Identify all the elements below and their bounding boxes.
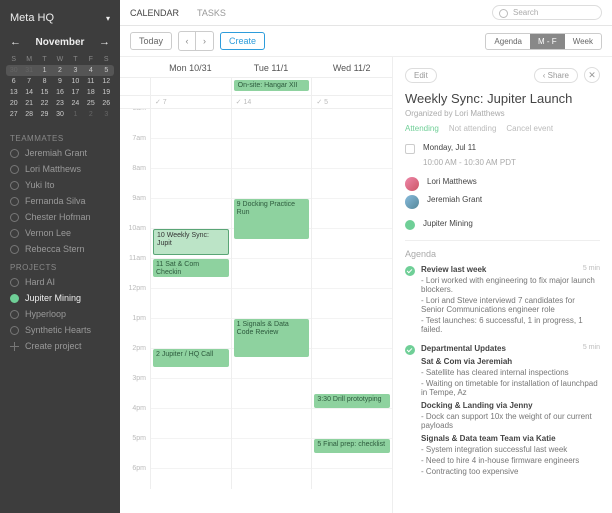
prev-period-button[interactable]: ‹ [178,31,196,51]
task-count[interactable]: ✓ 14 [231,96,312,108]
avatar [405,195,419,209]
next-period-button[interactable]: › [196,31,214,51]
tab-calendar[interactable]: CALENDAR [130,8,179,18]
rsvp-not-attending[interactable]: Not attending [449,124,497,133]
sidebar-item-project[interactable]: Hard AI [0,274,120,290]
sidebar: Meta HQ ▾ ← November → SMTWTFS3031123456… [0,0,120,513]
status-ring-icon [10,197,19,206]
event-detail-panel: Edit ‹ Share ✕ Weekly Sync: Jupiter Laun… [392,57,612,513]
sidebar-item-teammate[interactable]: Vernon Lee [0,225,120,241]
toolbar: Today ‹ › Create Agenda M - F Week [120,26,612,56]
sidebar-item-project[interactable]: Synthetic Hearts [0,322,120,338]
task-count[interactable]: ✓ 5 [311,96,392,108]
teammates-header: TEAMMATES [0,128,120,145]
agenda-header: Agenda [405,240,600,259]
sidebar-item-teammate[interactable]: Lori Matthews [0,161,120,177]
calendar-event[interactable]: 9 Docking Practice Run [234,199,310,239]
project-ring-icon [10,278,19,287]
sidebar-item-teammate[interactable]: Chester Hofman [0,209,120,225]
event-project: Jupiter Mining [423,219,473,228]
rsvp-cancel[interactable]: Cancel event [506,124,553,133]
calendar-event[interactable]: 5 Final prep: checklist [314,439,390,453]
tab-tasks[interactable]: TASKS [197,8,226,18]
checkbox-icon[interactable] [405,144,415,154]
avatar [405,177,419,191]
check-icon [405,345,415,355]
calendar-event[interactable]: 10 Weekly Sync: Jupit [153,229,229,255]
view-week[interactable]: Week [565,34,601,49]
project-ring-icon [10,294,19,303]
view-segment: Agenda M - F Week [485,33,602,50]
sidebar-item-teammate[interactable]: Fernanda Silva [0,193,120,209]
sidebar-item-project[interactable]: Hyperloop [0,306,120,322]
mini-calendar[interactable]: SMTWTFS303112345678910111213141516171819… [0,54,120,128]
status-ring-icon [10,165,19,174]
day-header: Mon 10/31 [150,57,231,77]
day-header: Tue 11/1 [231,57,312,77]
chevron-down-icon: ▾ [106,14,110,23]
calendar-event[interactable]: 2 Jupiter / HQ Call [153,349,229,367]
view-mf[interactable]: M - F [530,34,565,49]
rsvp-attending[interactable]: Attending [405,124,439,133]
workspace-name: Meta HQ [10,12,54,24]
project-dot-icon [405,220,415,230]
status-ring-icon [10,213,19,222]
sidebar-item-project[interactable]: Jupiter Mining [0,290,120,306]
event-title: Weekly Sync: Jupiter Launch [405,91,600,106]
event-date: Monday, Jul 11 [423,143,476,152]
close-icon[interactable]: ✕ [584,67,600,83]
search-placeholder: Search [513,8,538,17]
month-label: November [36,37,85,48]
status-ring-icon [10,181,19,190]
sidebar-item-teammate[interactable]: Jeremiah Grant [0,145,120,161]
plus-icon [10,342,19,351]
status-ring-icon [10,245,19,254]
calendar-event[interactable]: 3:30 Drill prototyping [314,394,390,408]
sidebar-item-teammate[interactable]: Yuki Ito [0,177,120,193]
next-month-icon[interactable]: → [99,36,110,48]
allday-event[interactable]: On-site: Hangar XII [234,80,310,91]
day-header: Wed 11/2 [311,57,392,77]
organizer-label: Organized by Lori Matthews [405,109,600,118]
projects-header: PROJECTS [0,257,120,274]
task-count[interactable]: ✓ 7 [150,96,231,108]
view-agenda[interactable]: Agenda [486,34,530,49]
create-project[interactable]: Create project [0,338,120,354]
project-ring-icon [10,310,19,319]
edit-button[interactable]: Edit [405,68,437,83]
share-button[interactable]: ‹ Share [534,68,578,83]
attendee-name: Jeremiah Grant [427,195,482,204]
prev-month-icon[interactable]: ← [10,36,21,48]
check-icon [405,266,415,276]
workspace-switcher[interactable]: Meta HQ ▾ [0,8,120,32]
project-ring-icon [10,326,19,335]
today-button[interactable]: Today [130,32,172,50]
calendar-grid: Mon 10/31 Tue 11/1 Wed 11/2 On-site: Han… [120,57,392,513]
event-time: 10:00 AM - 10:30 AM PDT [423,158,600,167]
create-button[interactable]: Create [220,32,265,50]
status-ring-icon [10,229,19,238]
search-input[interactable]: Search [492,5,602,20]
sidebar-item-teammate[interactable]: Rebecca Stern [0,241,120,257]
calendar-event[interactable]: 11 Sat & Com Checkin [153,259,229,277]
status-ring-icon [10,149,19,158]
attendee-name: Lori Matthews [427,177,477,186]
calendar-event[interactable]: 1 Signals & Data Code Review [234,319,310,357]
topbar: CALENDAR TASKS Search [120,0,612,26]
